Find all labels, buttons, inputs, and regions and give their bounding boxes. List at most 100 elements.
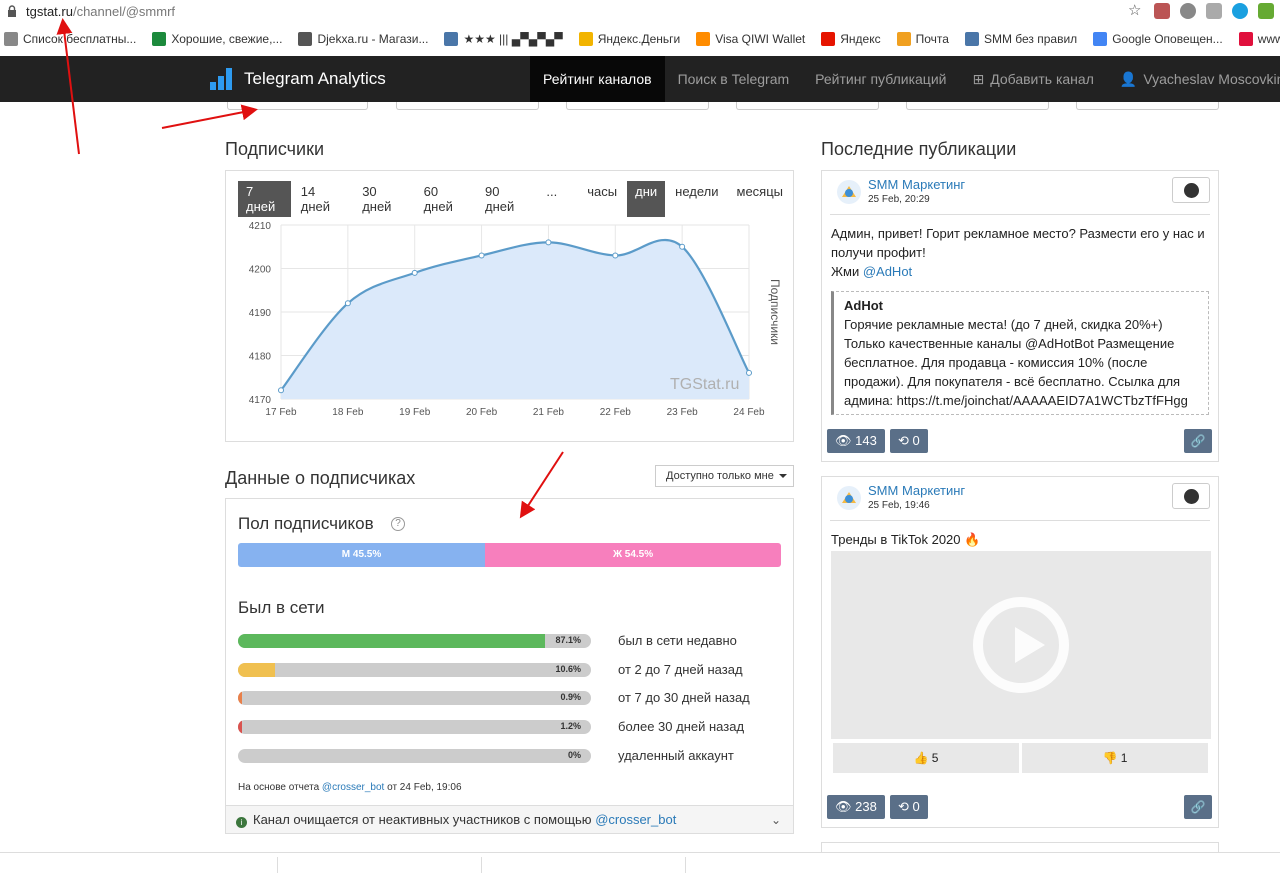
hidden-tab[interactable]	[566, 102, 709, 110]
bookmark-item[interactable]: www.ivi.ru	[1238, 32, 1280, 46]
nav-telegram-search[interactable]: Поиск в Telegram	[665, 56, 803, 102]
address-bar[interactable]: tgstat.ru/channel/@smmrf ☆	[0, 0, 1280, 24]
open-in-telegram-button[interactable]	[1172, 177, 1210, 203]
hidden-tab[interactable]	[227, 102, 368, 110]
bookmark-item[interactable]: Хорошие, свежие,...	[152, 32, 282, 46]
bookmark-favicon-icon	[1238, 32, 1253, 46]
video-player[interactable]	[831, 551, 1211, 739]
link-icon[interactable]: 🔗	[1184, 429, 1212, 453]
reposts-count: 0	[912, 433, 920, 448]
visibility-select[interactable]: Доступно только мне	[655, 465, 794, 487]
extension-code-icon[interactable]	[1206, 3, 1222, 19]
hidden-tab[interactable]	[1076, 102, 1219, 110]
post-channel-name[interactable]: SMM Маркетинг	[868, 483, 965, 498]
dislike-button[interactable]: 👎 1	[1022, 743, 1208, 773]
x-tick-label: 17 Feb	[265, 407, 297, 418]
dislikes-count: 1	[1120, 751, 1128, 765]
likes-count: 5	[931, 751, 939, 765]
bookmark-item[interactable]: Почта	[896, 32, 949, 46]
download-item[interactable]	[282, 857, 482, 873]
user-name: Vyacheslav Moscovkin	[1143, 71, 1280, 87]
data-point	[344, 300, 351, 307]
nav-add-channel[interactable]: ⊞ Добавить канал	[959, 56, 1106, 102]
post-channel-name[interactable]: SMM Маркетинг	[868, 177, 965, 192]
downloads-bar	[0, 852, 1280, 873]
online-title: Был в сети	[238, 598, 325, 617]
extension-pdf-icon[interactable]	[1154, 3, 1170, 19]
info-icon: i	[236, 817, 247, 828]
bookmark-item[interactable]: Google Оповещен...	[1093, 32, 1223, 46]
online-percent: 1.2%	[560, 721, 581, 732]
subscribers-chart-panel: 7 дней 14 дней 30 дней 60 дней 90 дней .…	[225, 170, 794, 442]
clean-info-bar[interactable]: i Канал очищается от неактивных участнико…	[226, 805, 793, 833]
channel-avatar[interactable]	[836, 179, 862, 205]
plus-square-icon: ⊞	[972, 71, 985, 87]
x-tick-label: 19 Feb	[399, 407, 431, 418]
url-text[interactable]: tgstat.ru/channel/@smmrf	[26, 4, 175, 19]
download-item[interactable]	[78, 857, 278, 873]
caret-down-icon	[779, 474, 787, 478]
views-count: 143	[855, 433, 877, 448]
subscribers-title: Подписчики	[225, 139, 325, 159]
open-in-telegram-button[interactable]	[1172, 483, 1210, 509]
nav-post-rating[interactable]: Рейтинг публикаций	[802, 56, 959, 102]
report-date: от 24 Feb, 19:06	[387, 782, 462, 793]
bookmark-favicon-icon	[444, 32, 459, 46]
hidden-tab[interactable]	[906, 102, 1049, 110]
online-label: более 30 дней назад	[618, 719, 745, 735]
bookmark-item[interactable]: Яндекс	[821, 32, 881, 46]
views-button[interactable]: 👁 238	[827, 795, 885, 819]
hidden-tab[interactable]	[736, 102, 879, 110]
bookmark-item[interactable]: Djekxa.ru - Магази...	[298, 32, 428, 46]
bookmark-favicon-icon	[1093, 32, 1108, 46]
star-icon[interactable]: ☆	[1128, 3, 1144, 19]
site-navbar: Telegram Analytics Рейтинг каналов Поиск…	[0, 56, 1280, 102]
bookmark-item[interactable]: Список бесплатны...	[4, 32, 136, 46]
gender-female-segment: Ж 54.5%	[485, 543, 781, 567]
views-count: 238	[855, 799, 877, 814]
channel-avatar[interactable]	[836, 485, 862, 511]
reposts-button[interactable]: ⟲ 0	[890, 429, 928, 453]
play-icon[interactable]	[973, 597, 1069, 693]
x-tick-label: 18 Feb	[332, 407, 364, 418]
skype-icon[interactable]	[1232, 3, 1248, 19]
report-bot-link[interactable]: @crosser_bot	[322, 782, 384, 793]
like-button[interactable]: 👍 5	[833, 743, 1019, 773]
chevron-down-icon[interactable]: ⌄	[771, 806, 781, 834]
x-tick-label: 23 Feb	[667, 407, 699, 418]
link-icon[interactable]: 🔗	[1184, 795, 1212, 819]
post-date: 25 Feb, 20:29	[868, 194, 930, 205]
online-row: 0% удаленный аккаунт	[238, 748, 798, 765]
post-text: Админ, привет! Горит рекламное место? Ра…	[831, 226, 1205, 260]
y-axis-label: Подписчики	[768, 279, 782, 345]
hidden-tab[interactable]	[396, 102, 539, 110]
online-percent: 0%	[567, 749, 581, 760]
bookmark-item[interactable]: ★★★ ||| ▄▀▄▀▄▀	[444, 32, 563, 46]
extension-circle-icon[interactable]	[1180, 3, 1196, 19]
gender-bar: М 45.5% Ж 54.5%	[238, 543, 781, 567]
post-mention-link[interactable]: @AdHot	[863, 264, 912, 279]
clean-bot-link[interactable]: @crosser_bot	[595, 812, 676, 827]
brand-logo[interactable]: Telegram Analytics	[210, 68, 386, 90]
bookmark-favicon-icon	[578, 32, 593, 46]
online-label: был в сети недавно	[618, 633, 737, 648]
chart-watermark: TGStat.ru	[670, 376, 739, 393]
help-icon[interactable]: ?	[391, 517, 405, 531]
data-point	[612, 252, 619, 259]
reposts-button[interactable]: ⟲ 0	[890, 795, 928, 819]
nav-channel-rating[interactable]: Рейтинг каналов	[530, 56, 665, 102]
views-button[interactable]: 👁 143	[827, 429, 885, 453]
download-icon[interactable]	[1258, 3, 1274, 19]
bookmark-item[interactable]: SMM без правил	[964, 32, 1077, 46]
data-point	[746, 369, 752, 376]
x-tick-label: 24 Feb	[733, 407, 765, 418]
bookmark-item[interactable]: Яндекс.Деньги	[578, 32, 680, 46]
subscriber-data-panel: Пол подписчиков ? М 45.5% Ж 54.5% Был в …	[225, 498, 794, 834]
bookmark-favicon-icon	[821, 32, 836, 46]
x-tick-label: 21 Feb	[533, 407, 565, 418]
annotation-arrow	[161, 104, 258, 129]
data-point	[278, 387, 284, 394]
bookmark-item[interactable]: Visa QIWI Wallet	[696, 32, 805, 46]
download-item[interactable]	[486, 857, 686, 873]
nav-user-menu[interactable]: 👤Vyacheslav Moscovkin ▾	[1107, 56, 1280, 102]
